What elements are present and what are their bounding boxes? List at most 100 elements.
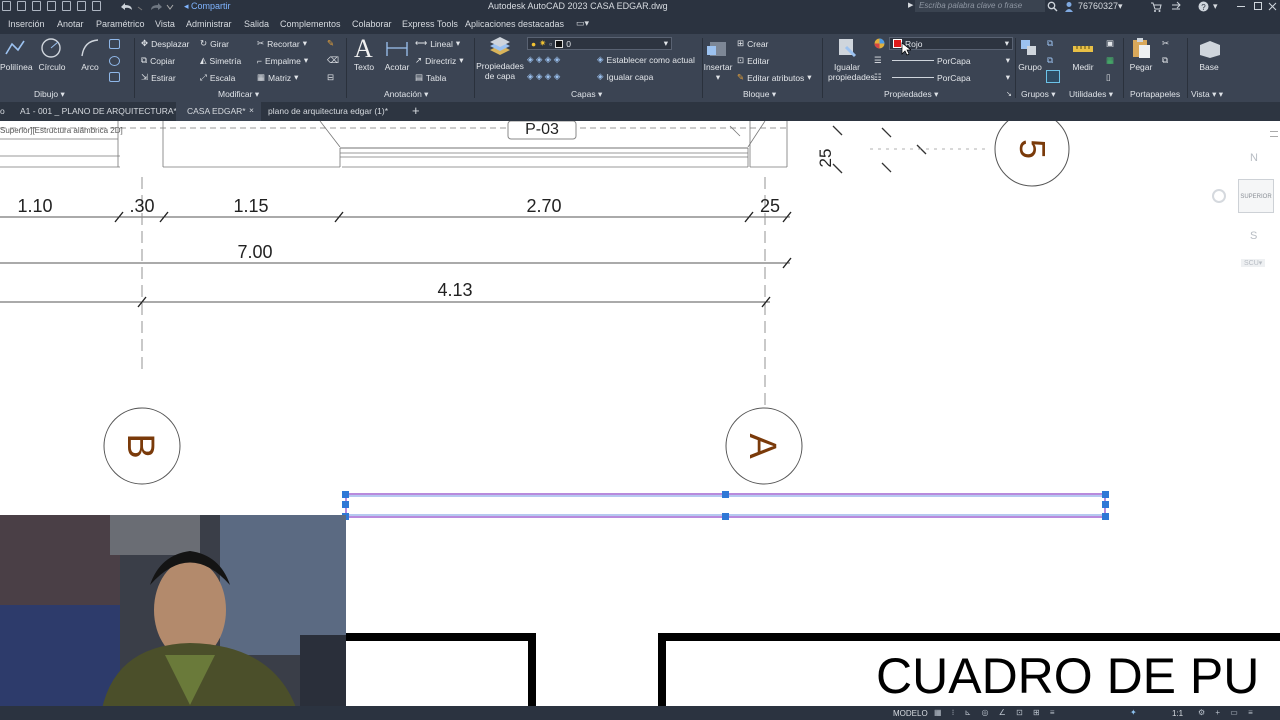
offset-icon[interactable]: ⊟ (327, 72, 334, 83)
search-expand-icon[interactable]: ▶ (908, 1, 913, 9)
linetype-icon[interactable]: ☰ (874, 55, 882, 66)
id-point-icon[interactable]: ▯ (1106, 72, 1111, 83)
group-icon[interactable] (1019, 38, 1039, 58)
layer-tool-icons[interactable]: ◈ ◈ ◈ ◈ (527, 54, 560, 65)
medir-button[interactable]: Medir (1066, 62, 1100, 72)
insertar-button[interactable]: Insertar ▾ (702, 62, 734, 83)
pegar-button[interactable]: Pegar (1126, 62, 1156, 72)
ungroup-icon[interactable]: ⧉ (1047, 38, 1053, 49)
grupo-button[interactable]: Grupo (1016, 62, 1044, 72)
share-button[interactable]: ◂ Compartir (184, 1, 231, 12)
panel-label-propiedades[interactable]: Propiedades ▾ (884, 89, 938, 100)
ribbon-tab-aplicaciones[interactable]: Aplicaciones destacadas (465, 19, 564, 29)
exchange-icon[interactable] (1170, 1, 1182, 12)
help-dropdown-icon[interactable]: ▾ (1213, 1, 1218, 12)
hatch-icon[interactable] (109, 56, 120, 66)
new-tab-button[interactable]: + (412, 103, 420, 118)
annotation-scale[interactable]: 1:1 (1172, 709, 1183, 718)
arc-icon[interactable] (79, 37, 101, 59)
user-dropdown-icon[interactable]: ▾ (1118, 1, 1123, 12)
copy-clip-icon[interactable]: ⧉ (1162, 55, 1168, 66)
viewcube-north[interactable]: N (1250, 152, 1258, 164)
dimension-icon[interactable] (385, 38, 409, 58)
tab-plano-edgar[interactable]: plano de arquitectura edgar (1)* (268, 106, 388, 116)
polilinea-button[interactable]: Polilínea (0, 62, 33, 72)
ribbon-tab-express-tools[interactable]: Express Tools (402, 19, 458, 29)
layer-properties-icon[interactable] (487, 36, 513, 58)
texto-button[interactable]: Texto (350, 62, 378, 72)
group-select-icon[interactable] (1046, 70, 1060, 83)
panel-label-modificar[interactable]: Modificar ▾ (218, 89, 259, 100)
group-edit-icon[interactable]: ⧉ (1047, 55, 1053, 66)
arco-button[interactable]: Arco (76, 62, 104, 72)
maximize-icon[interactable] (1254, 2, 1262, 10)
lineweight-dropdown[interactable]: PorCapa ▾ (889, 71, 1013, 84)
circulo-button[interactable]: Círculo (36, 62, 68, 72)
igualar-propiedades-button[interactable]: Igualar propiedades (828, 62, 875, 82)
erase-icon[interactable]: ⌫ (327, 55, 339, 66)
circle-icon[interactable] (40, 37, 62, 59)
directriz-button[interactable]: ↗ Directriz ▾ (415, 55, 464, 66)
insert-block-icon[interactable] (706, 38, 730, 60)
simetria-button[interactable]: ◭ Simetría (200, 55, 241, 66)
measure-icon[interactable] (1071, 40, 1095, 58)
ribbon-tab-colaborar[interactable]: Colaborar (352, 19, 392, 29)
undo-icon[interactable] (118, 1, 146, 12)
color-wheel-icon[interactable] (874, 38, 885, 51)
igualar-capa-button[interactable]: ◈ Igualar capa (597, 71, 653, 82)
ribbon-tab-salida[interactable]: Salida (244, 19, 269, 29)
search-icon[interactable] (1047, 1, 1058, 12)
cart-icon[interactable] (1150, 1, 1162, 12)
ribbon-tab-complementos[interactable]: Complementos (280, 19, 341, 29)
tab-casa-edgar[interactable]: CASA EDGAR* × (176, 102, 261, 121)
search-input[interactable]: Escriba palabra clave o frase (915, 0, 1045, 12)
panel-label-utilidades[interactable]: Utilidades ▾ (1069, 89, 1113, 100)
close-icon[interactable] (1268, 2, 1277, 11)
properties-launcher-icon[interactable]: ↘ (1006, 90, 1012, 98)
rectangle-icon[interactable] (109, 39, 120, 49)
calculator-icon[interactable]: ▦ (1106, 55, 1114, 66)
lineweight-icon[interactable]: ☷ (874, 72, 882, 83)
help-icon[interactable]: ? (1198, 1, 1209, 12)
canvas-menu-icon[interactable] (1270, 131, 1278, 137)
escala-button[interactable]: ⤢ Escala (200, 72, 235, 83)
empalme-button[interactable]: ⌐ Empalme ▾ (257, 55, 308, 66)
save-as-icon[interactable] (47, 1, 56, 11)
base-button[interactable]: Base (1194, 62, 1224, 72)
panel-label-vista[interactable]: Vista ▾ ▾ (1191, 89, 1223, 100)
establecer-actual-button[interactable]: ◈ Establecer como actual (597, 54, 695, 65)
tab-plano-arquitectura[interactable]: A1 - 001 _ PLANO DE ARQUITECTURA* (20, 106, 177, 116)
editar-atributos-button[interactable]: ✎ Editar atributos ▾ (737, 72, 812, 83)
redo-icon[interactable] (148, 1, 176, 12)
viewcube-south[interactable]: S (1250, 230, 1257, 242)
girar-button[interactable]: ↻ Girar (200, 38, 229, 49)
matriz-button[interactable]: ▦ Matriz ▾ (257, 72, 298, 83)
estirar-button[interactable]: ⇲ Estirar (141, 72, 176, 83)
tab-close-icon[interactable]: × (249, 105, 254, 115)
recortar-button[interactable]: ✂ Recortar ▾ (257, 38, 307, 49)
layer-tool-icons-2[interactable]: ◈ ◈ ◈ ◈ (527, 71, 560, 82)
ribbon-tab-vista[interactable]: Vista (155, 19, 175, 29)
panel-label-portapapeles[interactable]: Portapapeles (1130, 89, 1180, 99)
ribbon-tab-parametrico[interactable]: Paramétrico (96, 19, 145, 29)
crear-button[interactable]: ⊞ Crear (737, 38, 768, 49)
settings-icon[interactable]: ⚙ + ▭ ≡ (1198, 708, 1257, 717)
panel-label-bloque[interactable]: Bloque ▾ (743, 89, 776, 100)
desplazar-button[interactable]: ✥ Desplazar (141, 38, 189, 49)
copiar-button[interactable]: ⧉ Copiar (141, 55, 175, 66)
editar-button[interactable]: ⊡ Editar (737, 55, 769, 66)
match-properties-icon[interactable] (836, 37, 858, 59)
boundary-icon[interactable] (109, 72, 120, 82)
web-save-icon[interactable] (77, 1, 86, 11)
panel-label-anotacion[interactable]: Anotación ▾ (384, 89, 428, 100)
status-tool-icons[interactable]: ▦ ⁝ ⊾ ◎ ∠ ⊡ ⊞ ≡ (934, 708, 1059, 717)
lineal-button[interactable]: ⟷ Lineal ▾ (415, 38, 460, 49)
ribbon-tab-minimize-icon[interactable]: ▭▾ (576, 18, 589, 29)
ribbon-tab-administrar[interactable]: Administrar (186, 19, 232, 29)
layer-dropdown[interactable]: ● ✷ ▫ 0 ▾ (527, 37, 672, 50)
polyline-icon[interactable] (4, 38, 26, 58)
ribbon-tab-insercion[interactable]: Inserción (8, 19, 45, 29)
annotation-icon[interactable]: ✦ (1130, 708, 1137, 717)
acotar-button[interactable]: Acotar (381, 62, 413, 72)
base-view-icon[interactable] (1198, 39, 1222, 59)
